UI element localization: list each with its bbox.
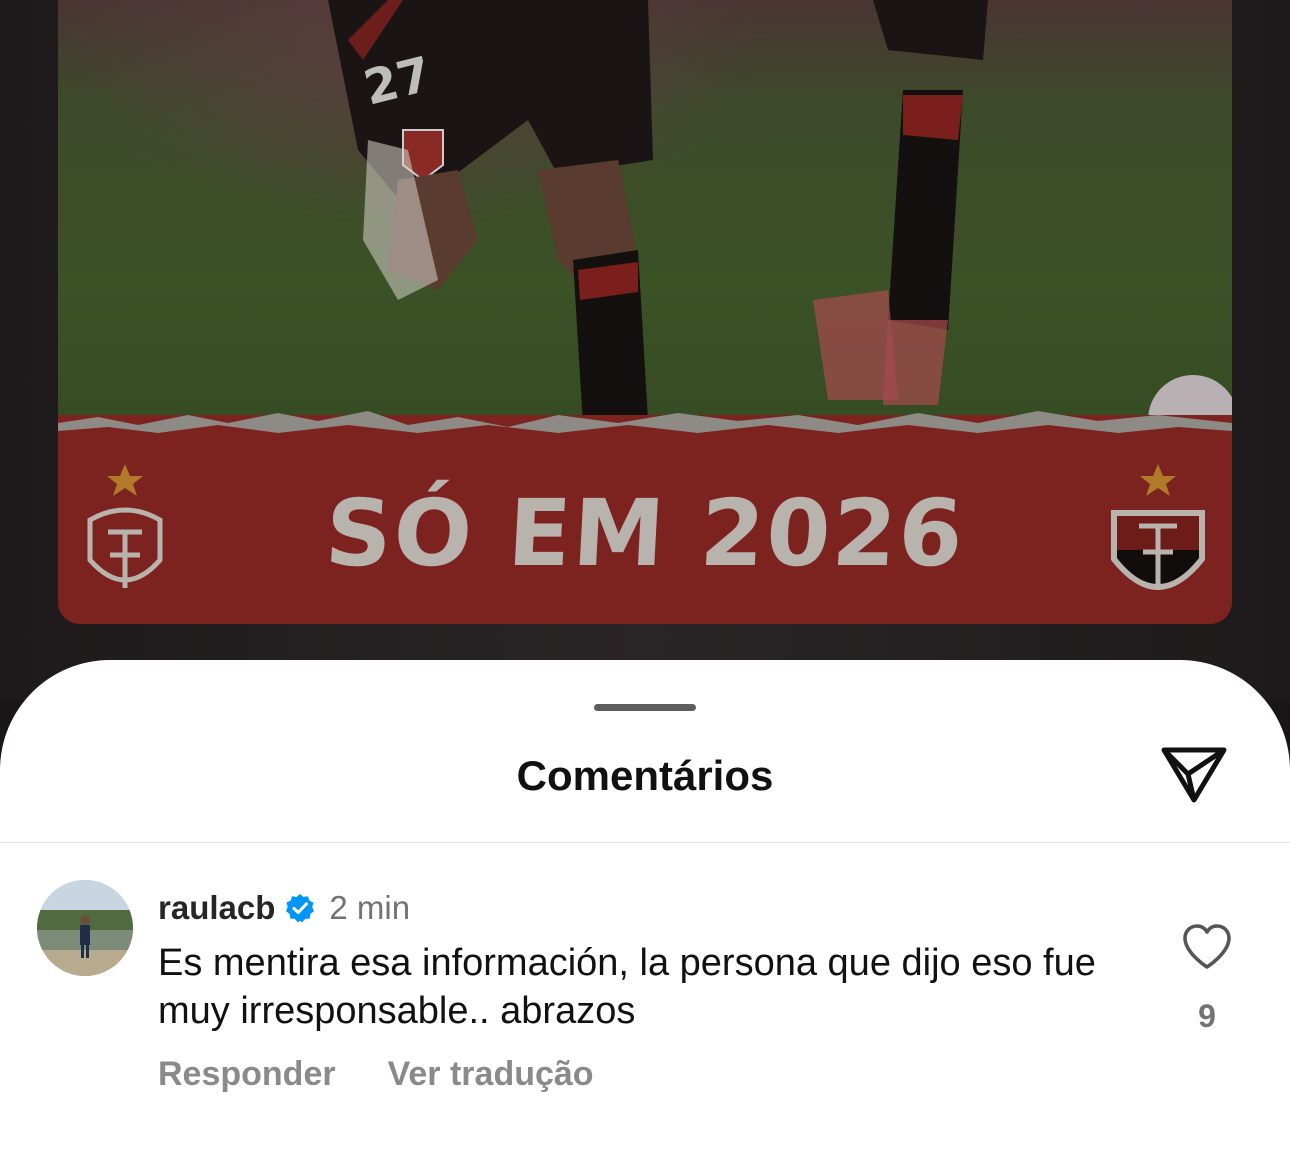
comment-timestamp: 2 min <box>329 889 411 926</box>
sheet-drag-handle[interactable] <box>594 704 696 711</box>
comment-header: raulacb 2 min <box>158 883 410 933</box>
club-crest-outline-icon <box>87 464 163 588</box>
torn-paper-edge <box>58 411 1232 443</box>
comments-sheet: Comentários raulacb 2 min Es mentira esa… <box>0 660 1290 1161</box>
player-silhouette: 27 <box>328 0 1232 465</box>
avatar-photo <box>37 880 133 976</box>
comment-text: Es mentira esa información, la persona q… <box>158 942 1096 1032</box>
see-translation-button[interactable]: Ver tradução <box>388 1055 594 1094</box>
like-control: 9 <box>1178 923 1236 1035</box>
post-banner-text: SÓ EM 2026 <box>322 480 968 587</box>
heart-icon[interactable] <box>1181 923 1233 971</box>
verified-badge-icon <box>286 894 315 923</box>
post-photo: 27 <box>58 0 1232 470</box>
avatar[interactable] <box>37 880 133 976</box>
send-icon[interactable] <box>1158 744 1230 806</box>
comment-item: raulacb 2 min Es mentira esa información… <box>0 843 1290 1161</box>
reply-button[interactable]: Responder <box>158 1055 336 1094</box>
like-count: 9 <box>1198 998 1216 1034</box>
club-crest-icon <box>1111 464 1205 590</box>
sheet-title: Comentários <box>516 752 774 799</box>
screen: 27 SÓ EM 2026 Comentários raulacb 2 min … <box>0 0 1290 1161</box>
post-image: 27 SÓ EM 2026 <box>58 0 1232 624</box>
comment-actions: Responder Ver tradução <box>158 1055 594 1094</box>
comment-username[interactable]: raulacb <box>158 889 275 927</box>
